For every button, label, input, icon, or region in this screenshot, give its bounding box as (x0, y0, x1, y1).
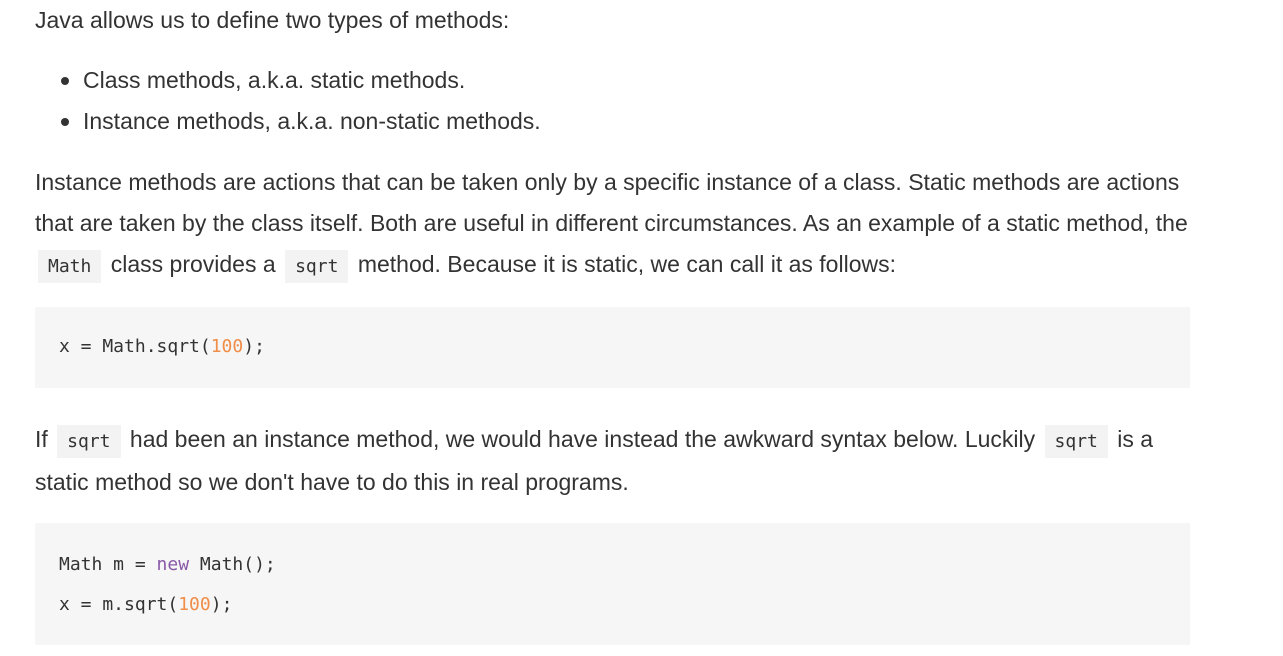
instance-methods-paragraph: Instance methods are actions that can be… (35, 162, 1190, 287)
list-item: Instance methods, a.k.a. non-static meth… (61, 101, 1190, 142)
paragraph-text: If (35, 426, 48, 452)
intro-paragraph: Java allows us to define two types of me… (35, 7, 510, 33)
list-item-text: Instance methods, a.k.a. non-static meth… (83, 108, 541, 134)
code-line: Math m = new Math(); (59, 545, 1166, 585)
code-text: x = m.sqrt( (59, 594, 179, 615)
code-text: x = Math.sqrt( (59, 336, 211, 357)
list-item-text: Class methods, a.k.a. static methods. (83, 67, 466, 93)
paragraph-text: Instance methods are actions that can be… (35, 169, 1188, 236)
list-item: Class methods, a.k.a. static methods. (61, 60, 1190, 101)
code-keyword: new (156, 554, 190, 575)
inline-code-sqrt: sqrt (1044, 425, 1108, 458)
code-text: ); (243, 336, 265, 357)
paragraph-text: had been an instance method, we would ha… (129, 426, 1036, 452)
code-line: x = Math.sqrt(100); (59, 327, 1166, 367)
code-line: x = m.sqrt(100); (59, 585, 1166, 625)
article-content: Java allows us to define two types of me… (35, 0, 1190, 645)
inline-code-math: Math (38, 250, 102, 283)
instance-alternative-paragraph: If sqrt had been an instance method, we … (35, 419, 1190, 503)
code-text: ); (210, 594, 233, 615)
method-types-list: Class methods, a.k.a. static methods. In… (35, 60, 1190, 142)
code-number: 100 (210, 336, 244, 357)
code-block-instance-call[interactable]: Math m = new Math(); x = m.sqrt(100); (35, 523, 1190, 645)
paragraph-text: method. Because it is static, we can cal… (357, 251, 896, 277)
inline-code-sqrt: sqrt (285, 250, 349, 283)
code-block-static-call[interactable]: x = Math.sqrt(100); (35, 307, 1190, 388)
code-text: Math m = (59, 554, 157, 575)
bullet-icon (61, 77, 69, 85)
inline-code-sqrt: sqrt (57, 425, 121, 458)
paragraph-text: class provides a (110, 251, 276, 277)
code-text: Math(); (189, 554, 276, 575)
bullet-icon (61, 118, 69, 126)
code-number: 100 (178, 594, 211, 615)
